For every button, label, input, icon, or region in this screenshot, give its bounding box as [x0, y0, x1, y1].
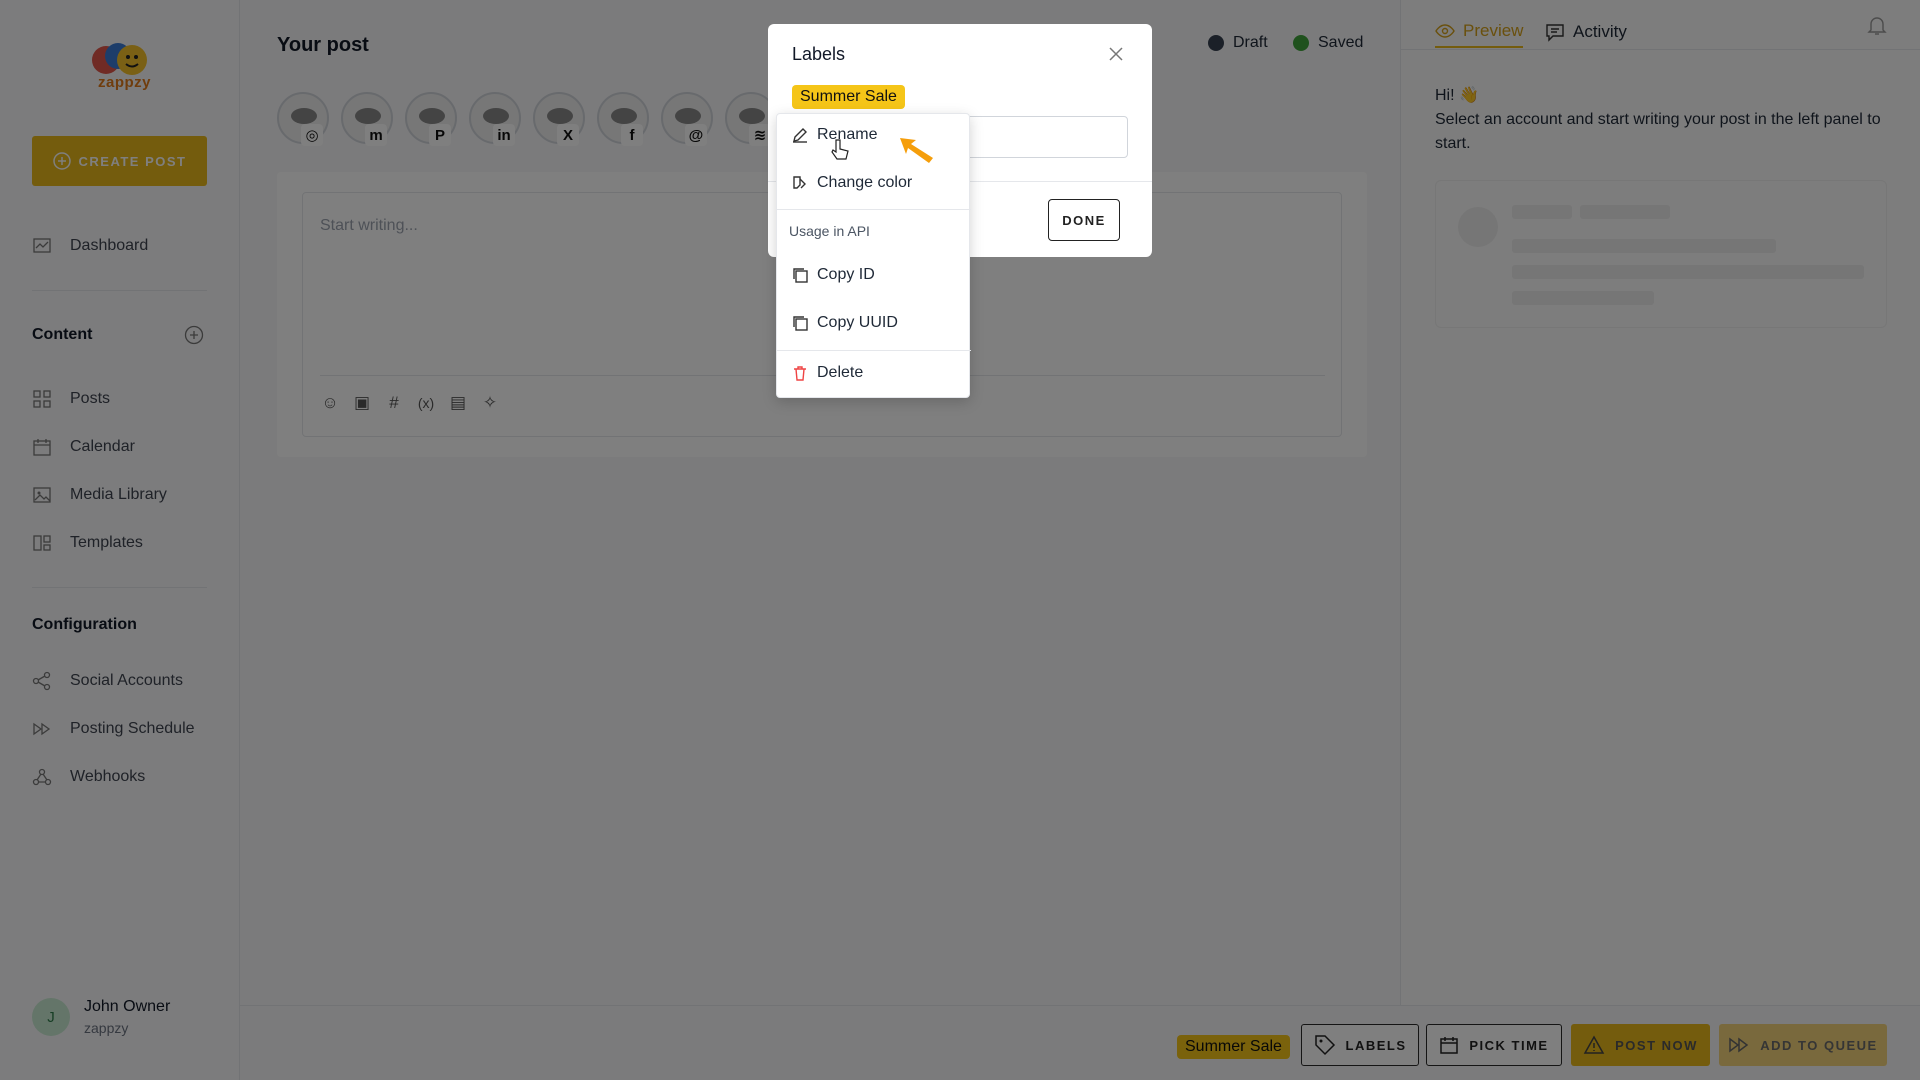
close-icon[interactable] [1106, 44, 1126, 64]
menu-item-label: Change color [817, 174, 913, 191]
arrow-pointer-icon [900, 138, 933, 163]
menu-item-copy-uuid[interactable]: Copy UUID [791, 314, 898, 332]
label-context-menu: Rename Change color Usage in API Copy ID… [776, 113, 971, 398]
trash-icon [794, 366, 806, 381]
menu-divider [777, 209, 971, 210]
menu-item-label: Copy ID [817, 266, 875, 283]
edit-icon [793, 128, 807, 143]
modal-title: Labels [792, 44, 846, 64]
app: zappzy CREATE POST Dashboard Content Pos… [0, 0, 1920, 1080]
paint-bucket-icon [793, 176, 806, 189]
menu-item-change-color[interactable]: Change color [791, 174, 912, 192]
done-button[interactable]: DONE [1048, 199, 1120, 241]
menu-item-delete[interactable]: Delete [791, 364, 863, 382]
menu-item-label: Delete [817, 364, 864, 381]
label-tag-summer-sale[interactable]: Summer Sale [792, 85, 905, 109]
hand-cursor-icon [831, 139, 849, 160]
copy-icon [793, 268, 808, 283]
menu-item-label: Copy UUID [817, 314, 898, 331]
menu-divider [777, 350, 971, 351]
copy-icon [793, 316, 808, 331]
menu-section-api: Usage in API [789, 223, 870, 239]
menu-item-copy-id[interactable]: Copy ID [791, 266, 875, 284]
